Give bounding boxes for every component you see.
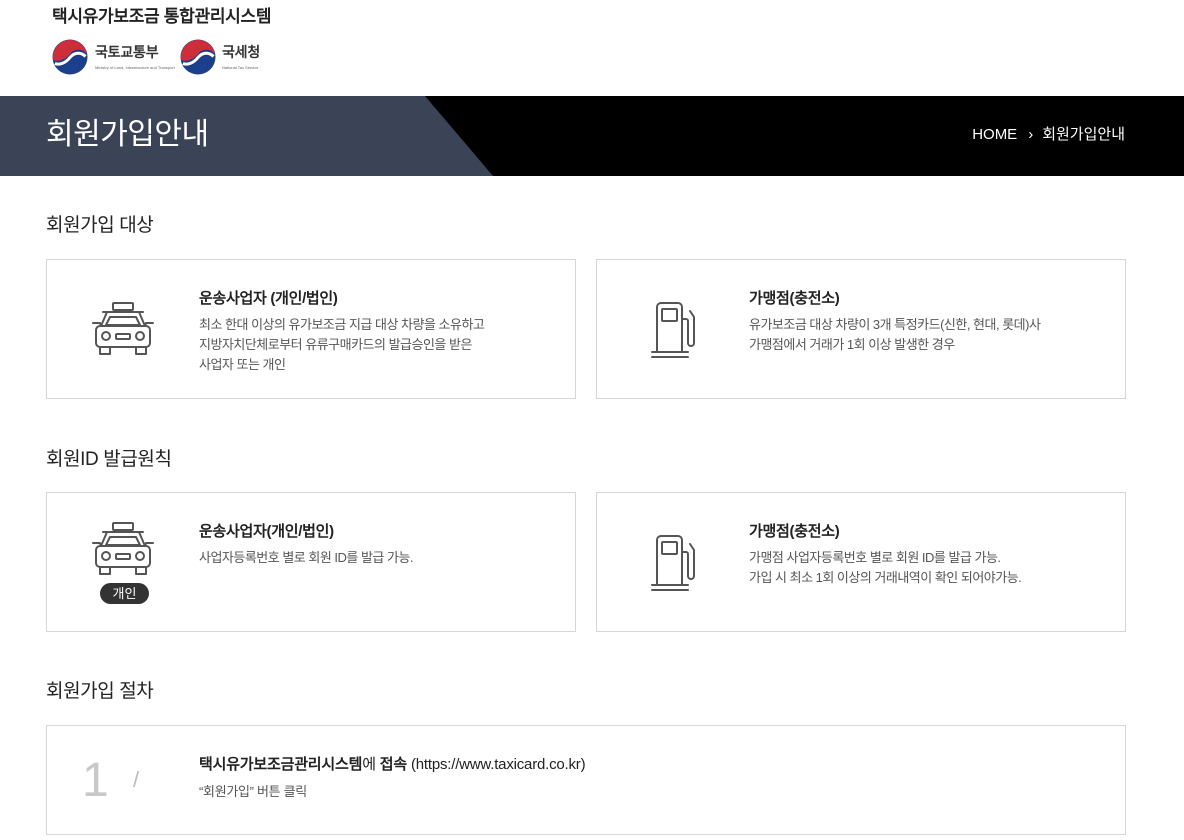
card-description-line: 사업자등록번호 별로 회원 ID를 발급 가능. [199,550,414,565]
logo-subtitle: National Tax Service [222,64,259,70]
breadcrumb: HOME › 회원가입안내 [972,96,1125,174]
card-description: 가맹점 사업자등록번호 별로 회원 ID를 발급 가능. 가입 시 최소 1회 … [749,548,1022,588]
individual-badge: 개인 [100,583,149,604]
breadcrumb-current: 회원가입안내 [1042,126,1125,143]
card-description-line: 사업자 또는 개인 [199,357,286,372]
section-heading-procedure: 회원가입 절차 [46,681,154,702]
breadcrumb-separator: › [1028,126,1034,143]
step-number-separator: / [133,767,140,792]
section-heading-eligibility: 회원가입 대상 [46,215,154,236]
card-description-line: 가맹점에서 거래가 1회 이상 발생한 경우 [749,337,955,352]
step-title-particle: 에 [362,756,380,773]
molit-logo[interactable]: 국토교통부 Ministry of Land, Infrastructure a… [52,39,175,75]
section-heading-id-policy: 회원ID 발급원칙 [46,449,172,470]
step-title-action: 접속 [379,756,407,773]
taxi-icon [90,521,156,577]
id-policy-card-transport-operator: 개인 운송사업자(개인/법인) 사업자등록번호 별로 회원 ID를 발급 가능. [46,492,576,632]
nts-logo[interactable]: 국세청 National Tax Service [180,39,260,75]
step-number: 1 [82,754,109,807]
fuel-pump-icon [650,534,698,592]
logo-name: 국토교통부 [95,43,159,60]
card-description: 최소 한대 이상의 유가보조금 지급 대상 차량을 소유하고 지방자치단체로부터… [199,315,485,375]
card-title: 가맹점(충전소) [749,290,840,307]
government-emblem-icon [180,39,216,75]
logo-text: 국토교통부 Ministry of Land, Infrastructure a… [95,44,175,71]
taxi-icon-graphic [92,302,154,355]
card-description-line: 가맹점 사업자등록번호 별로 회원 ID를 발급 가능. [749,550,1001,565]
logo-subtitle: Ministry of Land, Infrastructure and Tra… [95,64,175,70]
system-title[interactable]: 택시유가보조금 통합관리시스템 [52,6,271,28]
card-description: 사업자등록번호 별로 회원 ID를 발급 가능. [199,548,414,568]
eligibility-card-transport-operator: 운송사업자 (개인/법인) 최소 한대 이상의 유가보조금 지급 대상 차량을 … [46,259,576,399]
government-emblem-icon [52,39,88,75]
page-banner: 회원가입안내 HOME › 회원가입안내 [0,96,1184,176]
fuel-pump-icon-graphic [651,535,695,591]
taxi-icon [90,301,156,357]
card-title: 운송사업자 (개인/법인) [199,290,338,307]
taxi-icon-graphic [92,522,154,575]
logo-text: 국세청 National Tax Service [222,44,260,71]
id-policy-card-gas-station: 가맹점(충전소) 가맹점 사업자등록번호 별로 회원 ID를 발급 가능. 가입… [596,492,1126,632]
card-description-line: 지방자치단체로부터 유류구매카드의 발급승인을 받은 [199,337,472,352]
fuel-pump-icon-graphic [651,302,695,358]
step-title-url: (https://www.taxicard.co.kr) [406,756,586,773]
fuel-pump-icon [650,301,698,359]
breadcrumb-home-link[interactable]: HOME [972,126,1017,143]
step-title: 택시유가보조금관리시스템에 접속 (https://www.taxicard.c… [199,755,586,775]
page-title: 회원가입안내 [46,118,209,151]
card-description-line: 최소 한대 이상의 유가보조금 지급 대상 차량을 소유하고 [199,317,485,332]
card-description: 유가보조금 대상 차량이 3개 특정카드(신한, 현대, 롯데)사 가맹점에서 … [749,315,1041,355]
eligibility-card-gas-station: 가맹점(충전소) 유가보조금 대상 차량이 3개 특정카드(신한, 현대, 롯데… [596,259,1126,399]
logo-name: 국세청 [222,43,261,60]
card-title: 운송사업자(개인/법인) [199,523,334,540]
card-description-line: 가입 시 최소 1회 이상의 거래내역이 확인 되어야가능. [749,570,1022,585]
procedure-step-card: 1 / 택시유가보조금관리시스템에 접속 (https://www.taxica… [46,725,1126,835]
card-title: 가맹점(충전소) [749,523,840,540]
card-description-line: 유가보조금 대상 차량이 3개 특정카드(신한, 현대, 롯데)사 [749,317,1041,332]
step-description: “회원가입” 버튼 클릭 [199,784,307,799]
step-title-system-name: 택시유가보조금관리시스템 [199,756,363,773]
